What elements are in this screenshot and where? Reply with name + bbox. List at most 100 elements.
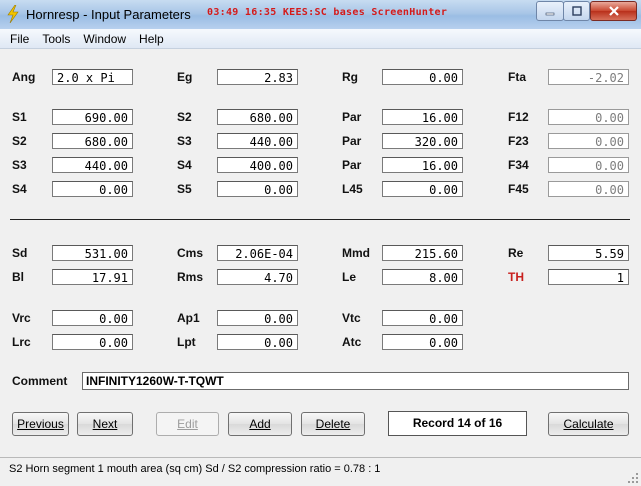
field-fta-1-4[interactable]: -2.02 <box>548 69 629 85</box>
label-f34-4-4: F34 <box>508 158 529 172</box>
field-s1-2-1[interactable]: 690.00 <box>52 109 133 125</box>
close-icon <box>608 6 619 16</box>
next-button[interactable]: Next <box>77 412 133 436</box>
title-bar: Hornresp - Input Parameters 03:49 16:35 … <box>0 0 641 30</box>
field-lrc-9-1[interactable]: 0.00 <box>52 334 133 350</box>
field-le-7-3[interactable]: 8.00 <box>382 269 463 285</box>
add-button[interactable]: Add <box>228 412 292 436</box>
label-s3-3-2: S3 <box>177 134 192 148</box>
label-le-7-3: Le <box>342 270 357 284</box>
field-rg-1-3[interactable]: 0.00 <box>382 69 463 85</box>
field-lpt-9-2[interactable]: 0.00 <box>217 334 298 350</box>
resize-grip-icon[interactable] <box>627 472 639 484</box>
label-s2-2-2: S2 <box>177 110 192 124</box>
section-divider <box>10 219 630 220</box>
field-cms-6-2[interactable]: 2.06E-04 <box>217 245 298 261</box>
label-sd-6-1: Sd <box>12 246 28 260</box>
label-par-3-3: Par <box>342 134 362 148</box>
label-f45-5-4: F45 <box>508 182 529 196</box>
field-mmd-6-3[interactable]: 215.60 <box>382 245 463 261</box>
field-vrc-8-1[interactable]: 0.00 <box>52 310 133 326</box>
label-re-6-4: Re <box>508 246 524 260</box>
edit-button[interactable]: Edit <box>156 412 219 436</box>
lightning-bolt-icon <box>7 5 19 23</box>
field-atc-9-3[interactable]: 0.00 <box>382 334 463 350</box>
label-cms-6-2: Cms <box>177 246 204 260</box>
field-bl-7-1[interactable]: 17.91 <box>52 269 133 285</box>
field-f12-2-4[interactable]: 0.00 <box>548 109 629 125</box>
window-title: Hornresp - Input Parameters <box>26 7 191 22</box>
field-s2-3-1[interactable]: 680.00 <box>52 133 133 149</box>
delete-button[interactable]: Delete <box>301 412 365 436</box>
label-f12-2-4: F12 <box>508 110 529 124</box>
field-s3-4-1[interactable]: 440.00 <box>52 157 133 173</box>
comment-label: Comment <box>12 374 68 388</box>
field-par-4-3[interactable]: 16.00 <box>382 157 463 173</box>
delete-button-label: Delete <box>315 417 351 431</box>
field-f34-4-4[interactable]: 0.00 <box>548 157 629 173</box>
label-atc-9-3: Atc <box>342 335 362 349</box>
label-rms-7-2: Rms <box>177 270 204 284</box>
field-ap1-8-2[interactable]: 0.00 <box>217 310 298 326</box>
calculate-button-label: Calculate <box>563 417 614 431</box>
previous-button[interactable]: Previous <box>12 412 69 436</box>
menu-file[interactable]: File <box>0 32 36 46</box>
field-re-6-4[interactable]: 5.59 <box>548 245 629 261</box>
field-f23-3-4[interactable]: 0.00 <box>548 133 629 149</box>
close-button[interactable] <box>590 1 637 21</box>
label-par-4-3: Par <box>342 158 362 172</box>
status-bar: S2 Horn segment 1 mouth area (sq cm) Sd … <box>0 457 641 486</box>
field-eg-1-2[interactable]: 2.83 <box>217 69 298 85</box>
field-th-7-4[interactable]: 1 <box>548 269 629 285</box>
field-s5-5-2[interactable]: 0.00 <box>217 181 298 197</box>
menu-tools[interactable]: Tools <box>36 32 77 46</box>
label-th-7-4: TH <box>508 270 524 284</box>
label-s3-4-1: S3 <box>12 158 27 172</box>
label-s4-4-2: S4 <box>177 158 192 172</box>
field-rms-7-2[interactable]: 4.70 <box>217 269 298 285</box>
status-text: S2 Horn segment 1 mouth area (sq cm) Sd … <box>9 463 381 475</box>
minimize-icon <box>545 12 555 16</box>
label-par-2-3: Par <box>342 110 362 124</box>
menu-window[interactable]: Window <box>77 32 133 46</box>
record-indicator: Record 14 of 16 <box>388 411 527 436</box>
label-fta-1-4: Fta <box>508 70 526 84</box>
minimize-button[interactable] <box>536 1 564 21</box>
field-s4-4-2[interactable]: 400.00 <box>217 157 298 173</box>
label-s4-5-1: S4 <box>12 182 27 196</box>
label-l45-5-3: L45 <box>342 182 363 196</box>
previous-button-label: Previous <box>17 417 64 431</box>
menu-help[interactable]: Help <box>133 32 171 46</box>
menu-bar: File Tools Window Help <box>0 29 641 49</box>
label-mmd-6-3: Mmd <box>342 246 370 260</box>
add-button-label: Add <box>249 417 271 431</box>
label-ap1-8-2: Ap1 <box>177 311 200 325</box>
field-vtc-8-3[interactable]: 0.00 <box>382 310 463 326</box>
label-rg-1-3: Rg <box>342 70 358 84</box>
field-sd-6-1[interactable]: 531.00 <box>52 245 133 261</box>
label-s1-2-1: S1 <box>12 110 27 124</box>
field-s2-2-2[interactable]: 680.00 <box>217 109 298 125</box>
field-f45-5-4[interactable]: 0.00 <box>548 181 629 197</box>
label-vtc-8-3: Vtc <box>342 311 361 325</box>
field-ang-1-1[interactable]: 2.0 x Pi <box>52 69 133 85</box>
field-s4-5-1[interactable]: 0.00 <box>52 181 133 197</box>
label-vrc-8-1: Vrc <box>12 311 31 325</box>
label-f23-3-4: F23 <box>508 134 529 148</box>
label-eg-1-2: Eg <box>177 70 193 84</box>
title-overlay-text: 03:49 16:35 KEES:SC bases ScreenHunter <box>207 7 448 18</box>
maximize-icon <box>571 6 582 16</box>
field-par-3-3[interactable]: 320.00 <box>382 133 463 149</box>
maximize-button[interactable] <box>563 1 590 21</box>
label-s2-3-1: S2 <box>12 134 27 148</box>
edit-button-label: Edit <box>177 417 198 431</box>
field-s3-3-2[interactable]: 440.00 <box>217 133 298 149</box>
calculate-button[interactable]: Calculate <box>548 412 629 436</box>
label-bl-7-1: Bl <box>12 270 24 284</box>
comment-field[interactable]: INFINITY1260W-T-TQWT <box>82 372 629 390</box>
field-par-2-3[interactable]: 16.00 <box>382 109 463 125</box>
field-l45-5-3[interactable]: 0.00 <box>382 181 463 197</box>
label-lpt-9-2: Lpt <box>177 335 196 349</box>
label-lrc-9-1: Lrc <box>12 335 31 349</box>
label-s5-5-2: S5 <box>177 182 192 196</box>
